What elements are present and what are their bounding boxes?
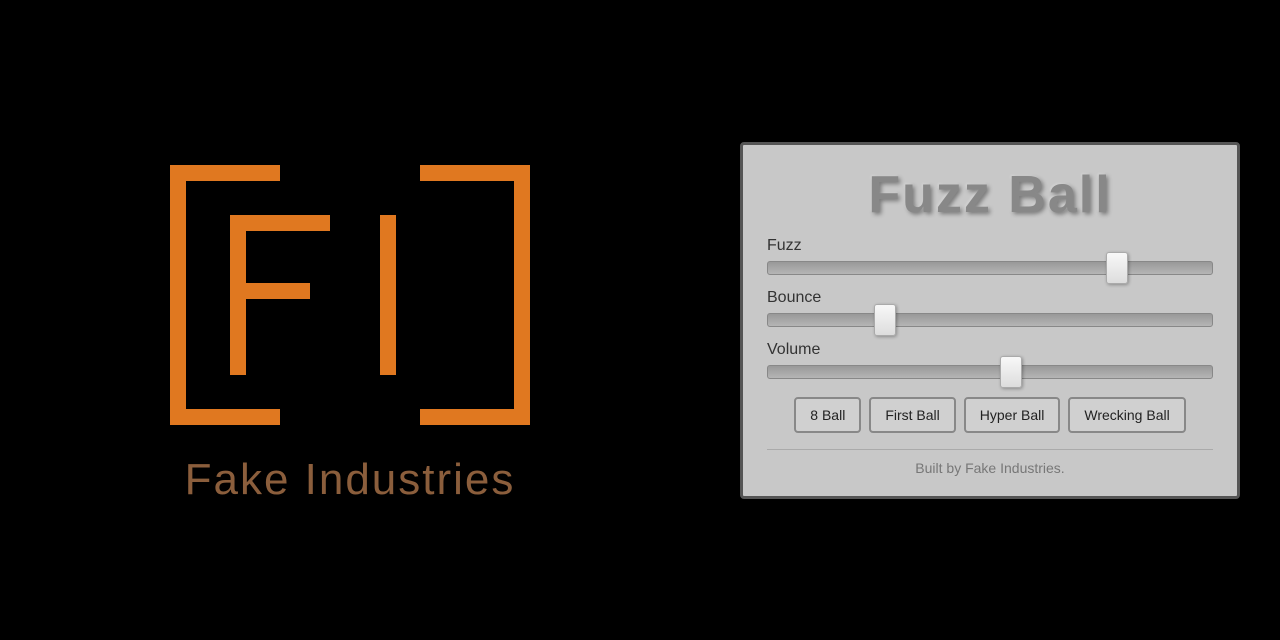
bounce-slider-section: Bounce <box>767 289 1213 327</box>
fuzz-slider[interactable] <box>767 261 1213 275</box>
preset-buttons-container: 8 Ball First Ball Hyper Ball Wrecking Ba… <box>767 397 1213 433</box>
plugin-panel: Fuzz Ball Fuzz Bounce Volume 8 Ball Firs… <box>740 142 1240 499</box>
volume-slider-section: Volume <box>767 341 1213 379</box>
logo-svg <box>140 135 560 455</box>
footer-text: Built by Fake Industries. <box>767 460 1213 476</box>
footer-divider <box>767 449 1213 450</box>
main-container: Fake Industries Fuzz Ball Fuzz Bounce Vo… <box>0 0 1280 640</box>
preset-8ball-button[interactable]: 8 Ball <box>794 397 861 433</box>
fuzz-slider-section: Fuzz <box>767 237 1213 275</box>
preset-firstball-button[interactable]: First Ball <box>869 397 955 433</box>
plugin-section: Fuzz Ball Fuzz Bounce Volume 8 Ball Firs… <box>700 102 1280 539</box>
logo-section: Fake Industries <box>0 95 700 545</box>
bounce-slider[interactable] <box>767 313 1213 327</box>
preset-wreckingball-button[interactable]: Wrecking Ball <box>1068 397 1185 433</box>
volume-slider[interactable] <box>767 365 1213 379</box>
preset-hyperball-button[interactable]: Hyper Ball <box>964 397 1061 433</box>
logo-text: Fake Industries <box>185 455 516 505</box>
plugin-title: Fuzz Ball <box>767 165 1213 225</box>
